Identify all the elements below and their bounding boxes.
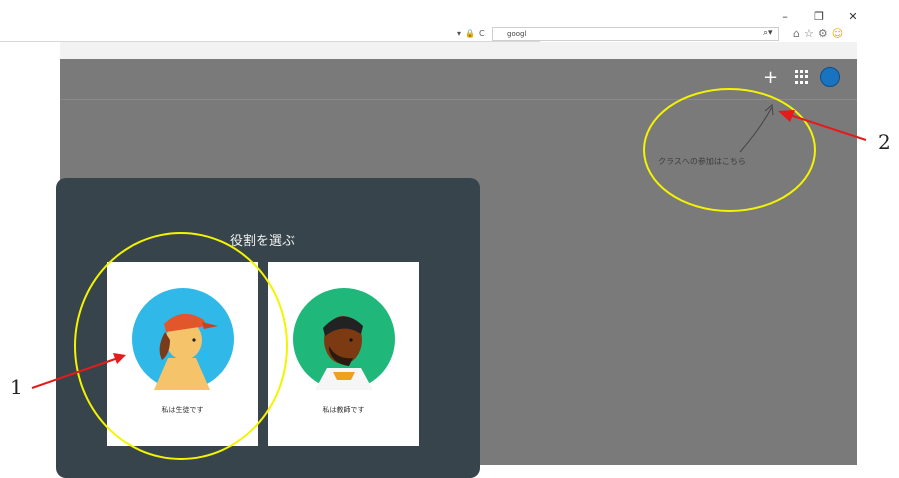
annotation-marker-2: 2 — [878, 130, 891, 154]
topbar-divider — [60, 99, 857, 100]
browser-tab-strip — [60, 42, 857, 59]
refresh-icon[interactable]: C — [479, 29, 485, 38]
apps-grid-icon[interactable] — [795, 70, 809, 84]
address-tools: ▾ 🔒 C — [457, 29, 485, 38]
close-button[interactable]: ✕ — [847, 10, 859, 23]
student-label: 私は生徒です — [161, 406, 204, 414]
teacher-role-card[interactable]: 私は教師です — [268, 262, 419, 446]
join-class-hint: クラスへの参加はこちら — [658, 157, 746, 166]
minimize-button[interactable]: – — [779, 10, 791, 23]
classroom-page: + クラスへの参加はこちら 役割を選ぶ 私は生徒です 私は教師です — [56, 59, 857, 478]
settings-gear-icon[interactable]: ⚙ — [818, 27, 828, 40]
account-avatar[interactable] — [820, 67, 840, 87]
role-dialog: 役割を選ぶ 私は生徒です 私は教師です — [56, 178, 480, 478]
search-icon[interactable]: ⌕▾ — [763, 28, 773, 38]
feedback-smiley-icon[interactable]: ☺ — [832, 27, 843, 40]
restore-button[interactable]: ❐ — [813, 10, 825, 23]
search-input[interactable]: googl — [492, 27, 779, 41]
teacher-illustration-icon — [293, 288, 395, 390]
lock-icon[interactable]: 🔒 — [465, 29, 475, 38]
student-illustration-icon — [132, 288, 234, 390]
student-role-card[interactable]: 私は生徒です — [107, 262, 258, 446]
home-icon[interactable]: ⌂ — [793, 27, 800, 40]
browser-toolbar: ⌂ ☆ ⚙ ☺ — [793, 27, 843, 40]
window-controls: – ❐ ✕ — [779, 10, 859, 23]
dropdown-icon[interactable]: ▾ — [457, 29, 461, 38]
favorites-star-icon[interactable]: ☆ — [804, 27, 814, 40]
annotation-marker-1: 1 — [10, 375, 23, 399]
join-class-plus-icon[interactable]: + — [763, 67, 778, 88]
dialog-title: 役割を選ぶ — [230, 234, 296, 249]
teacher-label: 私は教師です — [322, 406, 365, 414]
